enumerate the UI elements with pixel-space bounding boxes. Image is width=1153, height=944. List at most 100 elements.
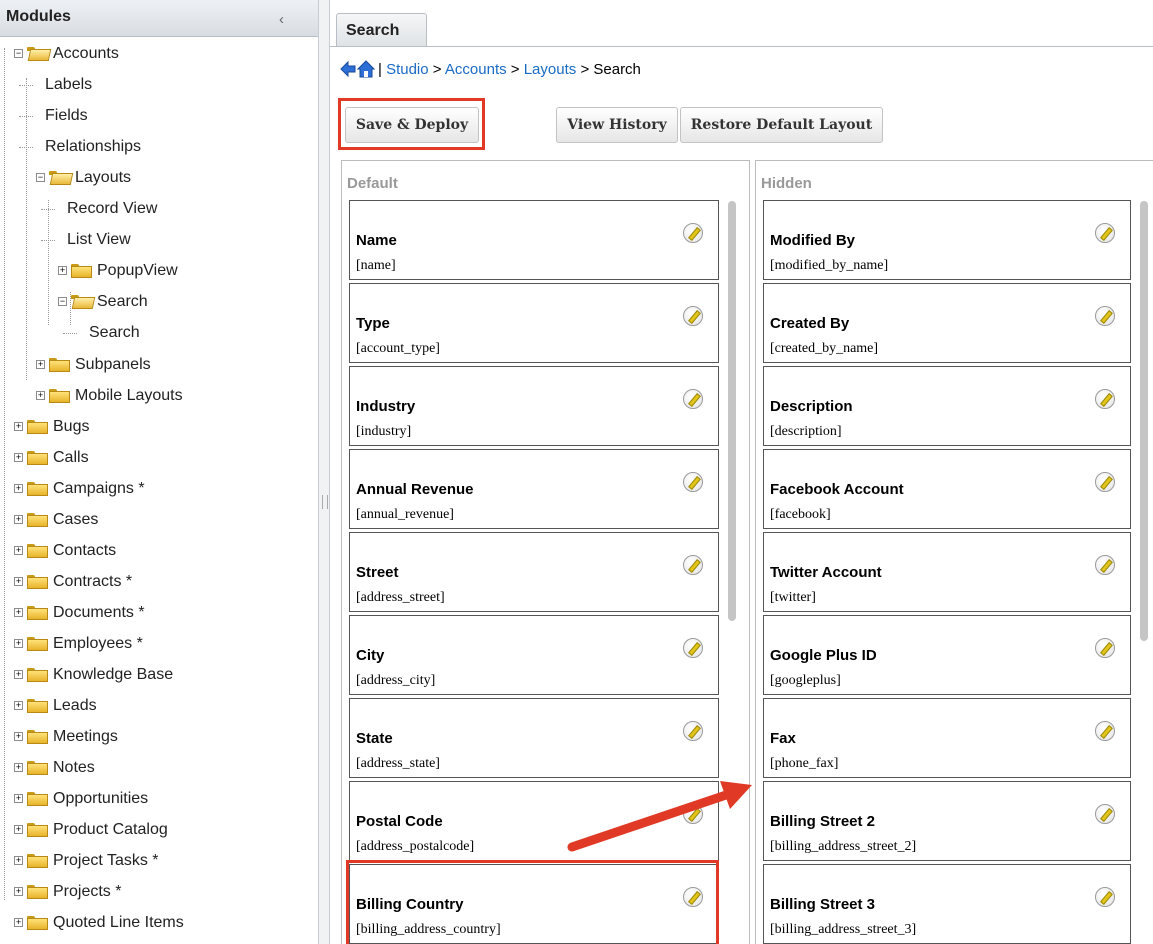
expand-toggle-icon[interactable]: +: [14, 825, 23, 834]
pencil-edit-icon[interactable]: [1095, 223, 1115, 243]
tree-item[interactable]: + Bugs: [0, 417, 318, 437]
pencil-edit-icon[interactable]: [1095, 389, 1115, 409]
tree-item[interactable]: Fields: [0, 106, 318, 126]
pencil-edit-icon[interactable]: [1095, 472, 1115, 492]
hidden-field-card[interactable]: Facebook Account [facebook]: [763, 449, 1131, 529]
collapse-toggle-icon[interactable]: −: [14, 49, 23, 58]
expand-toggle-icon[interactable]: +: [14, 577, 23, 586]
default-field-card[interactable]: Type [account_type]: [349, 283, 719, 363]
hidden-field-card[interactable]: Modified By [modified_by_name]: [763, 200, 1131, 280]
tree-item[interactable]: + Cases: [0, 510, 318, 530]
tree-item[interactable]: + Quoted Line Items: [0, 913, 318, 933]
expand-toggle-icon[interactable]: +: [14, 484, 23, 493]
tree-item[interactable]: + Documents *: [0, 603, 318, 623]
expand-toggle-icon[interactable]: +: [14, 763, 23, 772]
tree-item[interactable]: + Mobile Layouts: [0, 386, 318, 406]
tree-item[interactable]: + Notes: [0, 758, 318, 778]
pencil-edit-icon[interactable]: [1095, 555, 1115, 575]
expand-toggle-icon[interactable]: +: [14, 608, 23, 617]
pencil-edit-icon[interactable]: [1095, 721, 1115, 741]
tree-item[interactable]: + Campaigns *: [0, 479, 318, 499]
folder-icon: [27, 575, 48, 589]
expand-toggle-icon[interactable]: +: [14, 670, 23, 679]
expand-toggle-icon[interactable]: +: [14, 639, 23, 648]
tree-item[interactable]: + Leads: [0, 696, 318, 716]
tree-item-label: Calls: [53, 449, 89, 466]
hidden-field-card[interactable]: Fax [phone_fax]: [763, 698, 1131, 778]
tree-item[interactable]: Labels: [0, 75, 318, 95]
pencil-edit-icon[interactable]: [1095, 887, 1115, 907]
hidden-field-card[interactable]: Billing Street 3 [billing_address_street_…: [763, 864, 1131, 944]
pencil-edit-icon[interactable]: [683, 638, 703, 658]
pencil-edit-icon[interactable]: [683, 306, 703, 326]
expand-toggle-icon[interactable]: +: [14, 515, 23, 524]
tree-item[interactable]: + Employees *: [0, 634, 318, 654]
tree-item[interactable]: − Layouts: [0, 168, 318, 188]
tree-item[interactable]: − Accounts: [0, 44, 318, 64]
tab-search[interactable]: Search: [336, 13, 427, 46]
home-icon[interactable]: [357, 58, 375, 80]
pencil-edit-icon[interactable]: [1095, 804, 1115, 824]
tree-item-label: Meetings: [53, 728, 118, 745]
hidden-field-card[interactable]: Billing Street 2 [billing_address_street_…: [763, 781, 1131, 861]
field-key: [phone_fax]: [770, 756, 839, 771]
pencil-edit-icon[interactable]: [683, 472, 703, 492]
folder-icon: [27, 420, 48, 434]
expand-toggle-icon[interactable]: +: [58, 266, 67, 275]
chevron-left-icon[interactable]: ‹: [279, 11, 284, 28]
expand-toggle-icon[interactable]: +: [36, 391, 45, 400]
breadcrumb-studio-link[interactable]: Studio: [386, 61, 429, 78]
expand-toggle-icon[interactable]: +: [14, 918, 23, 927]
default-field-card[interactable]: Industry [industry]: [349, 366, 719, 446]
breadcrumb-accounts-link[interactable]: Accounts: [445, 61, 507, 78]
tree-item[interactable]: + Projects *: [0, 882, 318, 902]
tree-item[interactable]: Relationships: [0, 137, 318, 157]
field-name: Postal Code: [356, 813, 443, 830]
tree-item[interactable]: Search: [0, 323, 318, 343]
tree-item[interactable]: + Opportunities: [0, 789, 318, 809]
tree-item[interactable]: + Meetings: [0, 727, 318, 747]
pencil-edit-icon[interactable]: [683, 223, 703, 243]
pencil-edit-icon[interactable]: [683, 721, 703, 741]
expand-toggle-icon[interactable]: +: [14, 701, 23, 710]
restore-default-layout-button[interactable]: Restore Default Layout: [680, 107, 883, 143]
collapse-toggle-icon[interactable]: −: [58, 297, 67, 306]
expand-toggle-icon[interactable]: +: [14, 732, 23, 741]
default-field-card[interactable]: Annual Revenue [annual_revenue]: [349, 449, 719, 529]
hidden-field-card[interactable]: Twitter Account [twitter]: [763, 532, 1131, 612]
tree-item[interactable]: + Subpanels: [0, 355, 318, 375]
expand-toggle-icon[interactable]: +: [14, 453, 23, 462]
default-field-card[interactable]: Street [address_street]: [349, 532, 719, 612]
hidden-field-card[interactable]: Google Plus ID [googleplus]: [763, 615, 1131, 695]
tree-item[interactable]: + Calls: [0, 448, 318, 468]
breadcrumb-layouts-link[interactable]: Layouts: [524, 61, 577, 78]
tree-item[interactable]: + Contracts *: [0, 572, 318, 592]
default-panel-scrollbar[interactable]: [728, 201, 736, 621]
tree-item[interactable]: + Project Tasks *: [0, 851, 318, 871]
view-history-button[interactable]: View History: [556, 107, 678, 143]
expand-toggle-icon[interactable]: +: [14, 422, 23, 431]
field-name: Facebook Account: [770, 481, 904, 498]
expand-toggle-icon[interactable]: +: [14, 794, 23, 803]
pencil-edit-icon[interactable]: [683, 555, 703, 575]
expand-toggle-icon[interactable]: +: [36, 360, 45, 369]
tree-item-label: Product Catalog: [53, 821, 168, 838]
tree-item[interactable]: + Contacts: [0, 541, 318, 561]
pencil-edit-icon[interactable]: [1095, 306, 1115, 326]
tree-item[interactable]: + Product Catalog: [0, 820, 318, 840]
collapse-toggle-icon[interactable]: −: [36, 173, 45, 182]
hidden-field-card[interactable]: Description [description]: [763, 366, 1131, 446]
expand-toggle-icon[interactable]: +: [14, 856, 23, 865]
hidden-panel-scrollbar[interactable]: [1140, 201, 1148, 641]
expand-toggle-icon[interactable]: +: [14, 887, 23, 896]
default-field-card[interactable]: Name [name]: [349, 200, 719, 280]
pane-splitter[interactable]: [318, 0, 330, 944]
hidden-field-card[interactable]: Created By [created_by_name]: [763, 283, 1131, 363]
breadcrumb-arrow: >: [432, 61, 442, 78]
default-field-card[interactable]: City [address_city]: [349, 615, 719, 695]
pencil-edit-icon[interactable]: [683, 389, 703, 409]
pencil-edit-icon[interactable]: [1095, 638, 1115, 658]
expand-toggle-icon[interactable]: +: [14, 546, 23, 555]
tree-item[interactable]: + Knowledge Base: [0, 665, 318, 685]
back-arrow-icon[interactable]: [340, 58, 356, 80]
